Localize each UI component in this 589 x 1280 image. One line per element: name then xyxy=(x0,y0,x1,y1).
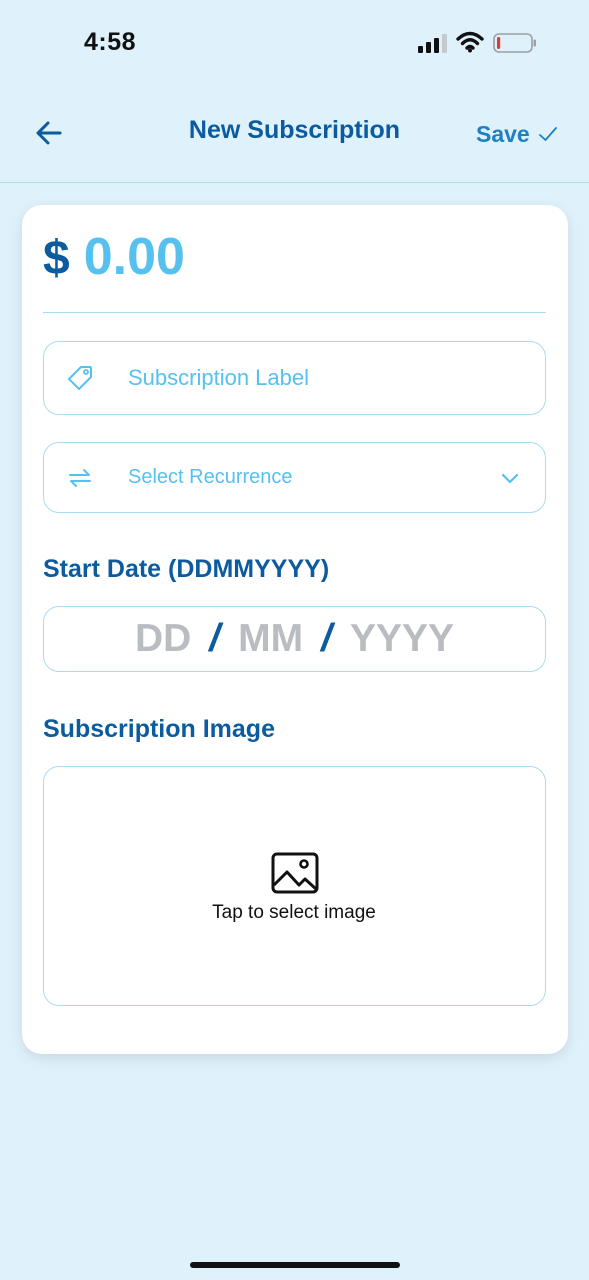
chevron-down-icon xyxy=(501,473,519,483)
image-picker[interactable]: Tap to select image xyxy=(43,766,546,1006)
wifi-icon xyxy=(456,31,484,53)
date-month-input[interactable]: MM xyxy=(238,617,303,661)
subscription-label-placeholder: Subscription Label xyxy=(128,365,310,390)
checkmark-icon xyxy=(538,127,557,141)
subscription-form-card: $ 0.00 Subscription Label Select Recurre… xyxy=(22,205,568,1054)
image-picker-caption: Tap to select image xyxy=(212,902,376,923)
recurrence-dropdown[interactable]: Select Recurrence xyxy=(43,442,546,513)
save-button-label: Save xyxy=(476,120,530,147)
amount-input[interactable]: $ 0.00 xyxy=(43,227,185,297)
date-separator: / xyxy=(209,617,221,660)
start-date-input[interactable]: DD / MM / YYYY xyxy=(43,606,546,672)
subscription-label-field[interactable]: Subscription Label xyxy=(43,341,546,415)
nav-bar: New Subscription Save xyxy=(0,90,589,183)
recurrence-placeholder: Select Recurrence xyxy=(128,466,293,488)
amount-divider xyxy=(43,312,546,313)
subscription-image-heading: Subscription Image xyxy=(43,715,275,743)
repeat-icon xyxy=(69,468,91,487)
status-time: 4:58 xyxy=(84,28,137,56)
start-date-heading: Start Date (DDMMYYYY) xyxy=(43,555,330,583)
date-separator: / xyxy=(321,617,332,660)
cellular-signal-icon xyxy=(418,34,447,53)
save-button[interactable]: Save xyxy=(476,118,558,150)
date-day-input[interactable]: DD xyxy=(135,617,191,661)
date-year-input[interactable]: YYYY xyxy=(350,617,454,661)
amount-value: 0.00 xyxy=(83,228,185,286)
status-bar: 4:58 xyxy=(0,0,589,90)
battery-icon xyxy=(493,33,536,53)
home-indicator xyxy=(190,1262,400,1268)
tag-icon xyxy=(68,366,92,390)
back-arrow-icon[interactable] xyxy=(34,118,64,148)
currency-symbol: $ xyxy=(43,232,70,285)
image-icon xyxy=(271,852,319,894)
